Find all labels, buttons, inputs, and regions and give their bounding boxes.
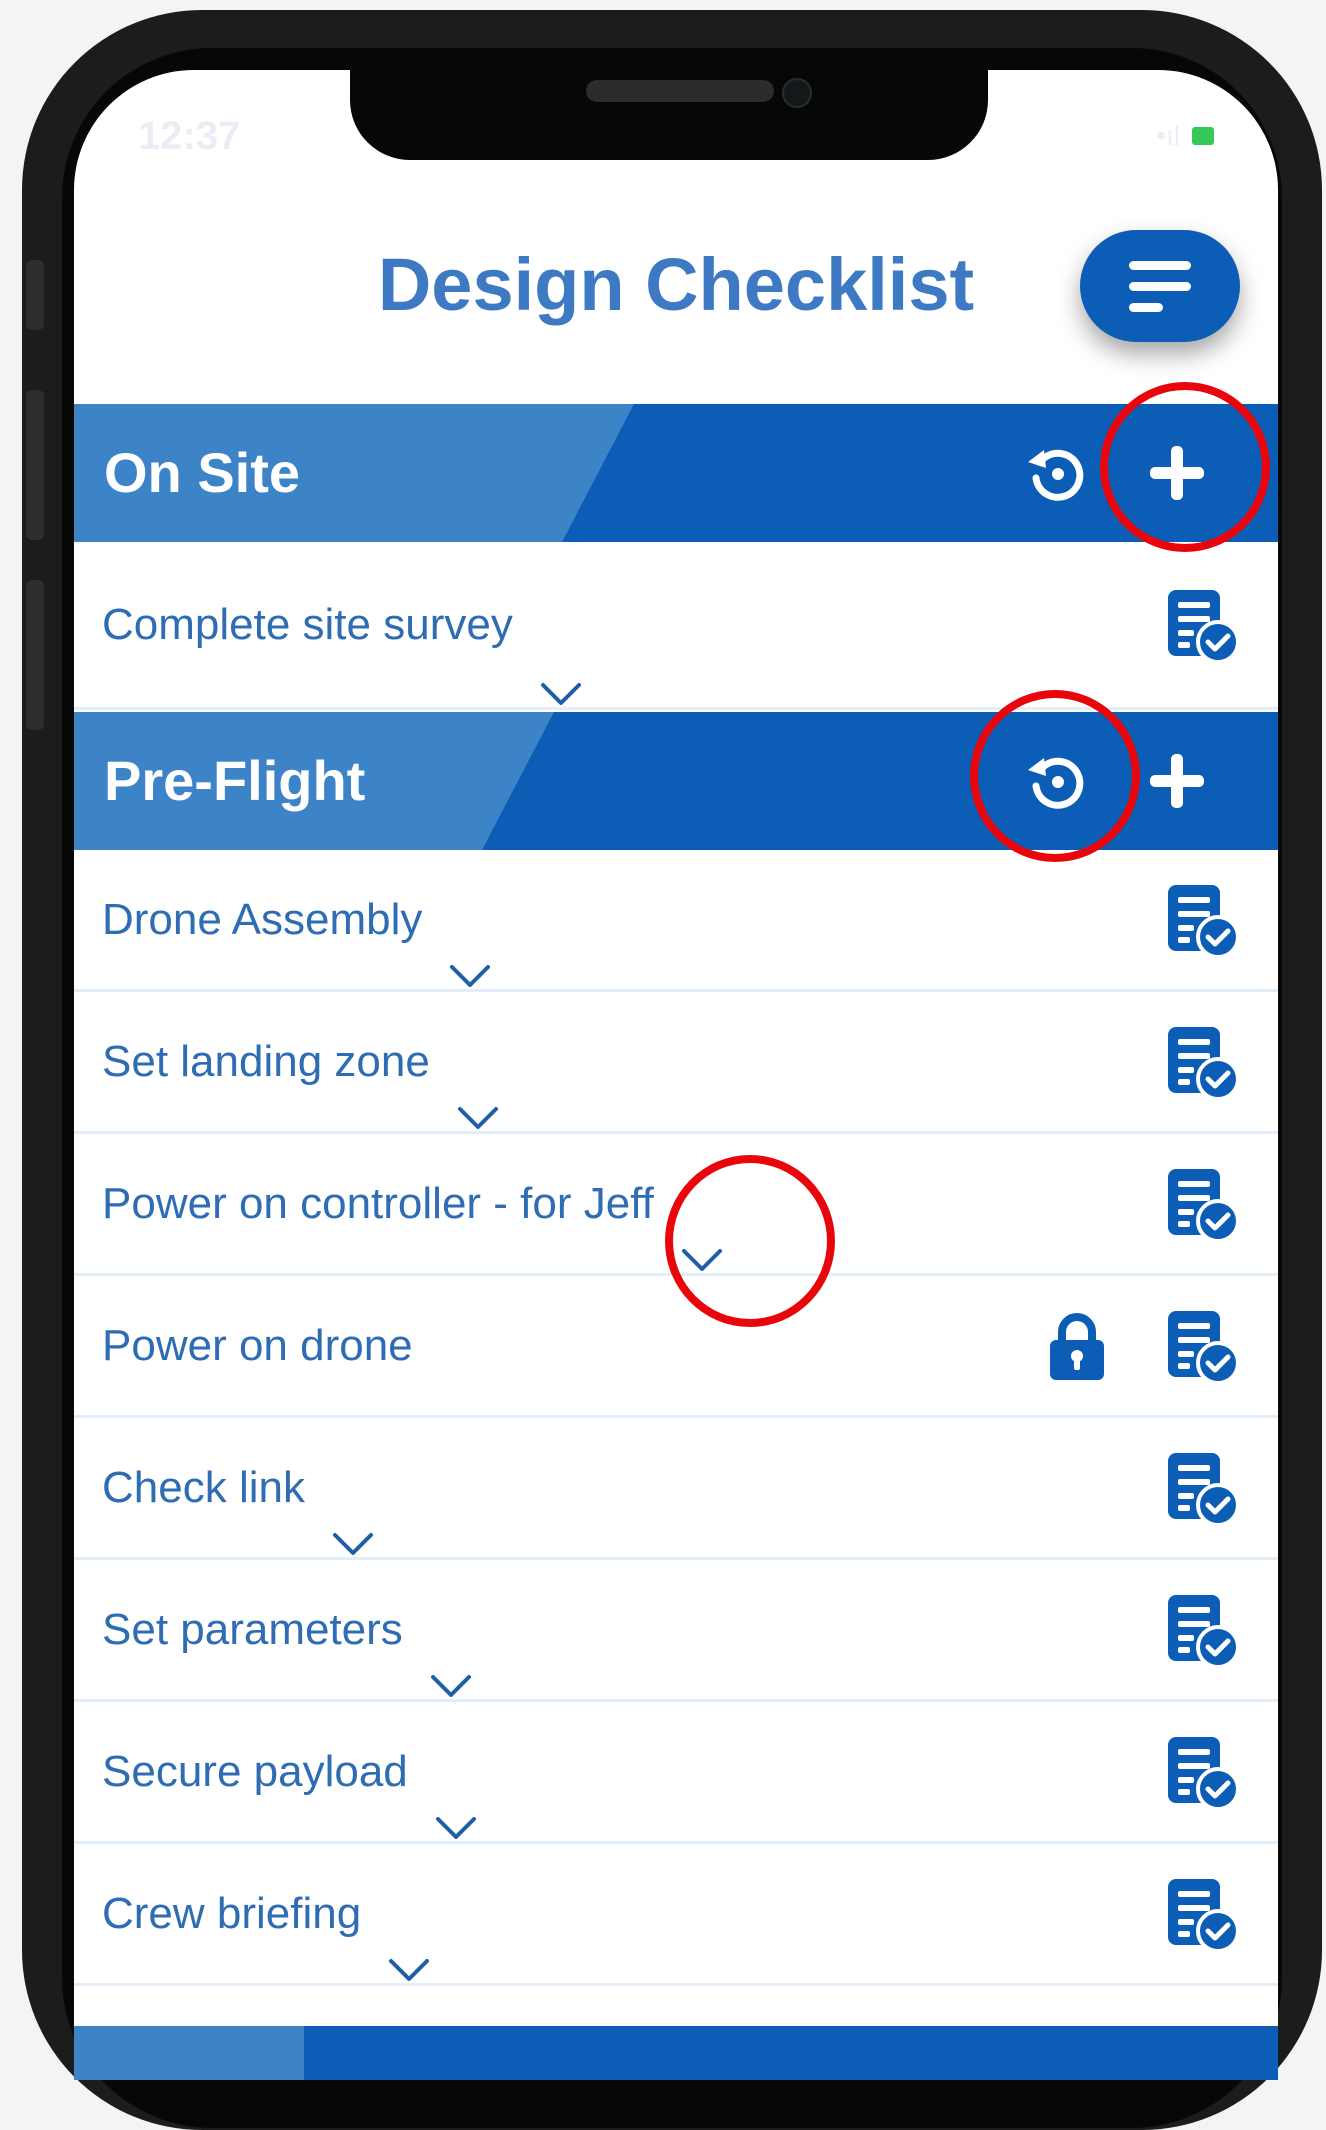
chevron-down-icon[interactable] [331,1475,375,1556]
section-header-next [74,2026,1278,2080]
checklist-icon[interactable] [1164,1451,1240,1527]
list-item-label: Complete site survey [102,600,513,649]
list-item-row: Secure payload [102,1702,478,1841]
checklist-icon[interactable] [1164,883,1240,959]
checklist-icon[interactable] [1164,1877,1240,1953]
chevron-down-icon[interactable] [434,1759,478,1840]
speaker [586,80,774,102]
plus-icon[interactable] [1142,746,1212,816]
list-item-label: Set parameters [102,1605,403,1654]
status-indicators: •ıl [1156,120,1214,152]
list-item[interactable]: Complete site survey [74,542,1278,710]
list-item[interactable]: Drone Assembly [74,850,1278,992]
list-item-label: Check link [102,1463,305,1512]
menu-icon-line [1129,302,1163,312]
menu-icon-line [1129,260,1191,270]
chevron-down-icon[interactable] [456,1049,500,1130]
mute-switch [26,260,44,330]
list-item[interactable]: Crew briefing [74,1844,1278,1986]
list-item[interactable]: Set landing zone [74,992,1278,1134]
notch [350,70,988,160]
list-item[interactable]: Set parameters [74,1560,1278,1702]
checklist-icon[interactable] [1164,1593,1240,1669]
lock-icon[interactable] [1046,1312,1108,1382]
list-item-row: Set parameters [102,1560,473,1699]
checklist-icon[interactable] [1164,1025,1240,1101]
section-title: On Site [104,441,301,504]
list-item-label: Secure payload [102,1747,408,1796]
chevron-down-icon[interactable] [680,1191,724,1272]
chevron-down-icon[interactable] [387,1901,431,1982]
checklist-icon[interactable] [1164,588,1240,664]
reset-icon[interactable] [1022,746,1092,816]
list-item-label: Crew briefing [102,1889,362,1938]
section-header: On Site [74,404,1278,542]
checklist-icon[interactable] [1164,1309,1240,1385]
reset-icon[interactable] [1022,438,1092,508]
list-item-row: Complete site survey [102,542,583,707]
front-camera [782,78,812,108]
chevron-down-icon[interactable] [429,1617,473,1698]
section-title: Pre-Flight [104,749,366,812]
signal-icon: •ıl [1156,120,1180,151]
plus-icon[interactable] [1142,438,1212,508]
status-time: 12:37 [138,114,241,158]
list-item[interactable]: Power on drone [74,1276,1278,1418]
list-item-row: Power on drone [102,1276,413,1415]
list-item-row: Set landing zone [102,992,500,1131]
list-item[interactable]: Secure payload [74,1702,1278,1844]
list-item[interactable]: Check link [74,1418,1278,1560]
chevron-down-icon[interactable] [539,612,583,706]
menu-button[interactable] [1080,230,1240,342]
list-item-row: Power on controller - for Jeff [102,1134,724,1273]
list-item-row: Check link [102,1418,375,1557]
volume-down-button [26,580,44,730]
battery-icon [1192,127,1214,145]
app-screen: 12:37 •ıl Design Checklist On Site Comple… [74,70,1278,2080]
list-item-label: Power on drone [102,1321,413,1370]
list-item[interactable]: Power on controller - for Jeff [74,1134,1278,1276]
chevron-down-icon[interactable] [448,907,492,988]
list-item-label: Drone Assembly [102,895,423,944]
list-item-row: Crew briefing [102,1844,431,1983]
list-item-row: Drone Assembly [102,850,492,989]
list-item-label: Power on controller - for Jeff [102,1179,654,1228]
volume-up-button [26,390,44,540]
checklist-icon[interactable] [1164,1735,1240,1811]
list-item-label: Set landing zone [102,1037,430,1086]
section-header-stripe [74,2026,304,2080]
section-header: Pre-Flight [74,712,1278,850]
checklist-icon[interactable] [1164,1167,1240,1243]
menu-icon-line [1129,281,1191,291]
